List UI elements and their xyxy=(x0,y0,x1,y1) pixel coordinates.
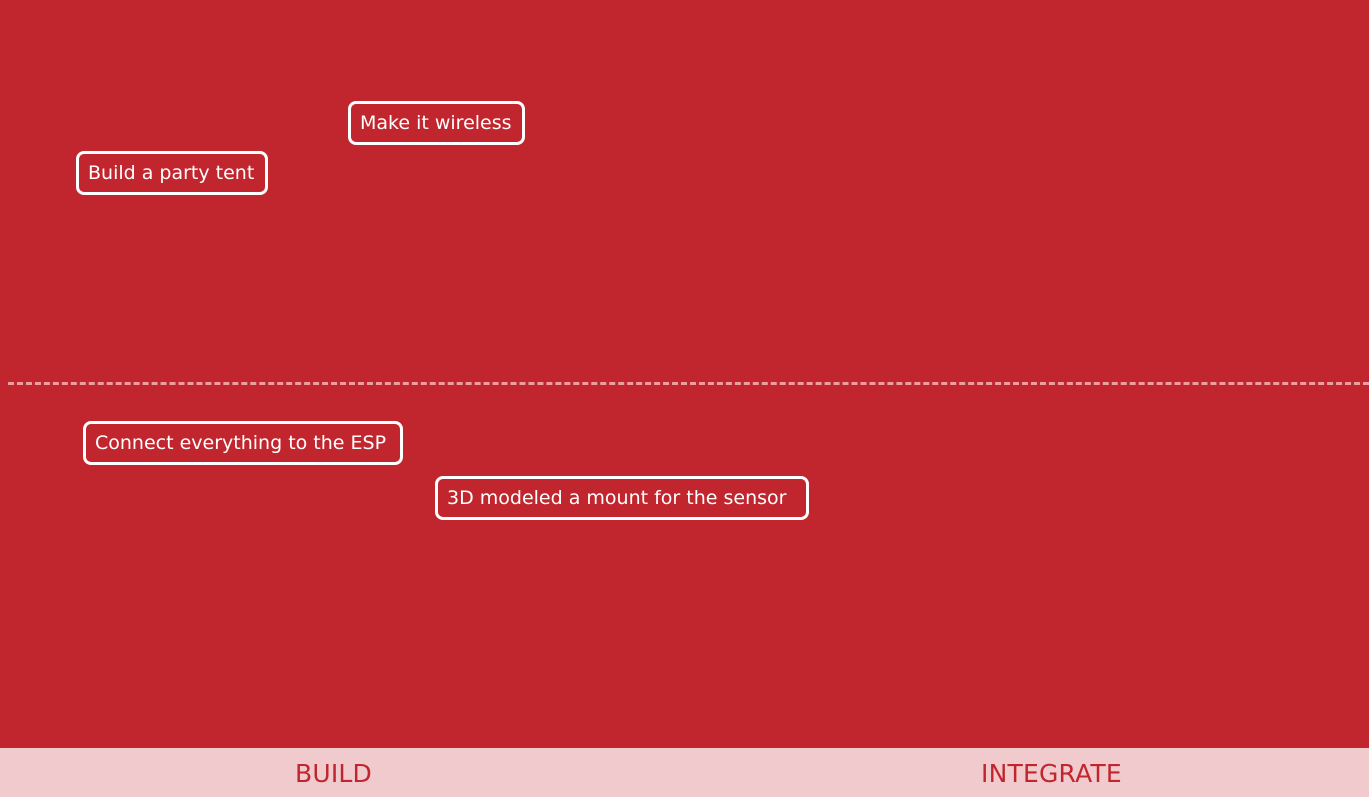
sticky-note[interactable]: Build a party tent xyxy=(76,151,268,195)
sticky-note[interactable]: Make it wireless xyxy=(348,101,525,145)
column-label-integrate: INTEGRATE xyxy=(981,759,1122,788)
board-canvas[interactable]: Make it wireless Build a party tent Conn… xyxy=(0,0,1369,748)
column-footer: BUILD INTEGRATE xyxy=(0,748,1369,797)
sticky-note[interactable]: 3D modeled a mount for the sensor xyxy=(435,476,809,520)
lane-divider xyxy=(8,382,1369,385)
sticky-note[interactable]: Connect everything to the ESP xyxy=(83,421,403,465)
column-label-build: BUILD xyxy=(295,759,373,788)
